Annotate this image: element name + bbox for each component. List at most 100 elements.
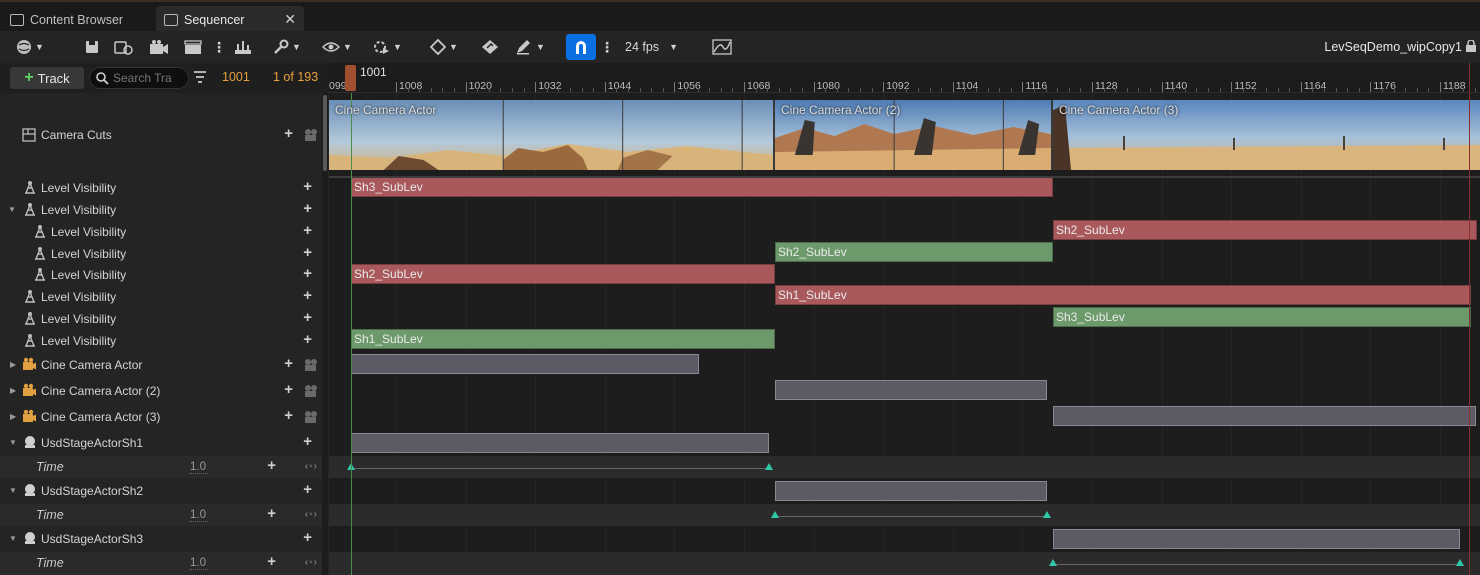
save-button[interactable] [84,37,100,57]
tab-sequencer[interactable]: Sequencer ✕ [156,6,304,33]
snap-toggle[interactable] [566,34,596,60]
collapse-arrow-icon[interactable]: ▼ [9,534,17,543]
property-row-time[interactable]: Time 1.0 + ‹◦› [0,504,322,526]
curve-editor-button[interactable] [712,37,732,57]
camera-cut-section[interactable]: Cine Camera Actor [329,100,775,170]
level-visibility-section[interactable]: Sh2_SubLev [1053,220,1477,240]
add-button[interactable]: + [284,381,293,398]
add-button[interactable]: + [303,178,312,195]
camera-group-icon[interactable] [304,410,318,423]
usd-stage-section[interactable] [1053,529,1460,549]
more-options-button[interactable]: ⋮ [212,37,226,57]
add-button[interactable]: + [303,287,312,304]
add-button[interactable]: + [303,309,312,326]
camera-group-icon[interactable] [304,128,318,141]
add-key-button[interactable]: + [267,553,276,570]
collapse-arrow-icon[interactable]: ▼ [8,205,16,214]
world-menu-button[interactable]: ▼ [16,37,44,57]
time-value-field[interactable]: 1.0 [190,557,208,570]
track-row-usd-stage-actor-sh2[interactable]: ▼ UsdStageActorSh2 + [0,479,322,503]
track-row-usd-stage-actor-sh3[interactable]: ▼ UsdStageActorSh3 + [0,527,322,551]
keyframe[interactable] [1043,511,1051,518]
camera-group-icon[interactable] [304,358,318,371]
expand-arrow-icon[interactable]: ▶ [10,386,16,395]
filter-icon[interactable] [193,71,207,83]
collapse-arrow-icon[interactable]: ▼ [9,486,17,495]
level-visibility-section[interactable]: Sh2_SubLev [351,264,775,284]
time-value-field[interactable]: 1.0 [190,461,208,474]
lock-icon[interactable] [1466,40,1476,52]
current-frame[interactable]: 1001 [222,70,250,84]
actor-section[interactable] [1053,406,1476,426]
track-row-cine-camera-actor-2[interactable]: ▶ Cine Camera Actor (2) + [0,379,322,403]
keyframe[interactable] [1049,559,1057,566]
close-icon[interactable]: ✕ [284,11,296,28]
add-track-button[interactable]: + Track [10,67,84,89]
playback-options-button[interactable]: ▼ [372,37,402,57]
search-input[interactable] [113,71,183,85]
level-visibility-section[interactable]: Sh2_SubLev [775,242,1053,262]
add-button[interactable]: + [303,331,312,348]
add-button[interactable]: + [303,481,312,498]
key-interpolation-button[interactable]: ▼ [430,37,458,57]
add-button[interactable]: + [303,529,312,546]
time-ruler[interactable]: 0996 1008 1020 1032 1044 1056 1068 1080 1092 110… [329,63,1480,93]
level-visibility-section[interactable]: Sh3_SubLev [351,177,1053,197]
add-button[interactable]: + [284,355,293,372]
track-row-level-visibility[interactable]: Level Visibility + [0,330,322,351]
track-row-level-visibility[interactable]: Level Visibility + [0,286,322,307]
property-row-time[interactable]: Time 1.0 + ‹◦› [0,456,322,478]
auto-key-button[interactable] [481,37,499,57]
actor-hierarchy-button[interactable] [233,37,253,57]
actor-section[interactable] [351,354,699,374]
key-navigation-icon[interactable]: ‹◦› [305,557,318,568]
key-navigation-icon[interactable]: ‹◦› [305,509,318,520]
playhead-handle[interactable] [345,65,356,91]
camera-cut-section[interactable]: Cine Camera Actor (2) [775,100,1053,170]
camera-button[interactable] [149,37,169,57]
usd-stage-section[interactable] [351,433,769,453]
outliner-scrollbar[interactable] [322,93,328,575]
add-key-button[interactable]: + [267,457,276,474]
track-row-level-visibility[interactable]: Level Visibility + [0,221,322,242]
view-options-button[interactable]: ▼ [322,37,352,57]
property-row-time[interactable]: Time 1.0 + ‹◦› [0,552,322,575]
track-row-level-visibility[interactable]: Level Visibility + [0,177,322,198]
add-button[interactable]: + [303,265,312,282]
add-button[interactable]: + [303,433,312,450]
level-visibility-section[interactable]: Sh1_SubLev [775,285,1471,305]
keyframe[interactable] [765,463,773,470]
track-row-level-visibility[interactable]: Level Visibility + [0,264,322,285]
camera-cut-section[interactable]: Cine Camera Actor (3) [1053,100,1480,170]
settings-menu-button[interactable]: ▼ [273,37,301,57]
expand-arrow-icon[interactable]: ▶ [10,412,16,421]
track-row-cine-camera-actor-3[interactable]: ▶ Cine Camera Actor (3) + [0,405,322,429]
add-key-button[interactable]: + [267,505,276,522]
end-range-marker[interactable] [1469,63,1470,575]
track-row-cine-camera-actor[interactable]: ▶ Cine Camera Actor + [0,353,322,377]
track-row-level-visibility[interactable]: ▼ Level Visibility + [0,199,322,220]
scrollbar-thumb[interactable] [323,95,327,171]
expand-arrow-icon[interactable]: ▶ [10,360,16,369]
actor-section[interactable] [775,380,1047,400]
key-navigation-icon[interactable]: ‹◦› [305,461,318,472]
snap-options-button[interactable]: ⋮ [600,37,614,57]
track-row-level-visibility[interactable]: Level Visibility + [0,243,322,264]
camera-group-icon[interactable] [304,384,318,397]
tab-content-browser[interactable]: Content Browser [2,6,131,33]
track-row-usd-stage-actor-sh1[interactable]: ▼ UsdStageActorSh1 + [0,431,322,455]
collapse-arrow-icon[interactable]: ▼ [9,438,17,447]
add-button[interactable]: + [303,222,312,239]
track-row-camera-cuts[interactable]: Camera Cuts + [0,93,322,177]
track-row-level-visibility[interactable]: Level Visibility + [0,308,322,329]
time-value-field[interactable]: 1.0 [190,509,208,522]
keyframe[interactable] [771,511,779,518]
add-button[interactable]: + [284,407,293,424]
level-visibility-section[interactable]: Sh1_SubLev [351,329,775,349]
keyframe[interactable] [1456,559,1464,566]
add-shot-button[interactable]: + [284,125,293,142]
save-as-button[interactable] [114,37,134,57]
edit-mode-button[interactable]: ▼ [515,37,545,57]
level-visibility-section[interactable]: Sh3_SubLev [1053,307,1471,327]
usd-stage-section[interactable] [775,481,1047,501]
